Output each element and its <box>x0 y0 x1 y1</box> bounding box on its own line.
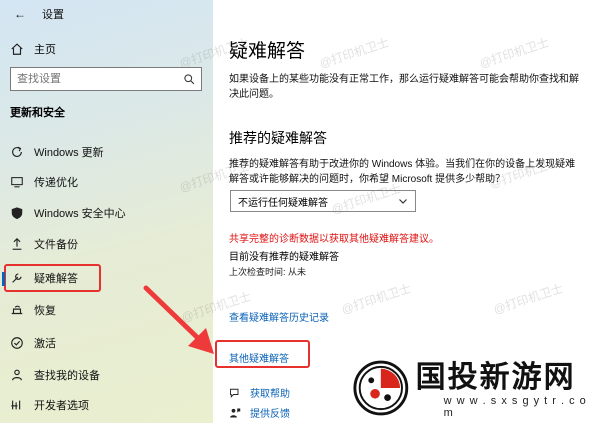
sidebar-item-label: Windows 安全中心 <box>34 208 126 220</box>
sidebar-item-label: Windows 更新 <box>34 147 104 159</box>
sidebar-item-find-my-device[interactable]: 查找我的设备 <box>10 360 205 390</box>
sidebar-item-label: 激活 <box>34 338 56 350</box>
sidebar-item-security[interactable]: Windows 安全中心 <box>10 198 205 228</box>
check-circle-icon <box>11 337 23 349</box>
section-title: 更新和安全 <box>10 107 65 119</box>
person-pin-icon <box>12 369 22 381</box>
sidebar-item-home[interactable]: 主页 <box>10 40 56 58</box>
home-icon <box>11 43 23 55</box>
back-arrow-icon[interactable]: ← <box>14 7 26 21</box>
logo-text: 国投新游网 w w w . s x s g y t r . c o m <box>416 361 600 419</box>
wrench-icon <box>12 273 22 283</box>
shield-icon <box>11 207 23 220</box>
sidebar-item-label: 疑难解答 <box>34 273 78 285</box>
no-recommendations-text: 目前没有推荐的疑难解答 <box>229 252 339 263</box>
recommended-title: 推荐的疑难解答 <box>229 130 327 146</box>
window-title: 设置 <box>42 9 64 21</box>
delivery-icon <box>11 177 23 188</box>
sidebar-item-label: 传递优化 <box>34 177 78 189</box>
recovery-icon <box>11 305 23 315</box>
site-logo: 国投新游网 w w w . s x s g y t r . c o m <box>352 355 600 423</box>
logo-url: w w w . s x s g y t r . c o m <box>443 395 587 419</box>
help-chat-icon <box>230 388 239 398</box>
sidebar-item-label: 开发者选项 <box>34 400 89 412</box>
ladybug-logo-icon <box>353 360 409 416</box>
search-box[interactable] <box>10 67 202 91</box>
refresh-icon <box>12 146 22 157</box>
feedback-person-icon <box>230 408 241 417</box>
chevron-down-icon <box>399 199 407 204</box>
search-input[interactable] <box>17 73 183 85</box>
history-link[interactable]: 查看疑难解答历史记录 <box>229 309 329 324</box>
last-check-text: 上次检查时间: 从未 <box>229 267 307 277</box>
annotation-arrow-icon <box>143 285 214 354</box>
logo-title: 国投新游网 <box>415 361 576 394</box>
dropdown-value: 不运行任何疑难解答 <box>238 197 328 209</box>
sidebar-item-backup[interactable]: 文件备份 <box>10 229 205 259</box>
sidebar-item-windows-update[interactable]: Windows 更新 <box>10 137 205 167</box>
sidebar-item-label: 恢复 <box>34 305 56 317</box>
sidebar-item-label: 文件备份 <box>34 239 78 251</box>
sidebar-item-label: 查找我的设备 <box>34 370 100 382</box>
feedback-link[interactable]: 提供反馈 <box>229 405 290 420</box>
diagnostic-data-warning[interactable]: 共享完整的诊断数据以获取其他疑难解答建议。 <box>229 230 439 245</box>
backup-icon <box>12 237 22 250</box>
get-help-label: 获取帮助 <box>250 389 290 400</box>
get-help-link[interactable]: 获取帮助 <box>229 385 290 400</box>
search-icon <box>184 74 195 85</box>
sidebar-item-troubleshoot[interactable]: 疑难解答 <box>2 264 101 292</box>
sidebar-item-delivery-optimization[interactable]: 传递优化 <box>10 167 205 197</box>
sidebar-item-label: 主页 <box>34 44 56 56</box>
sidebar-item-developer[interactable]: 开发者选项 <box>10 390 205 420</box>
feedback-label: 提供反馈 <box>250 409 290 420</box>
title-bar: ← 设置 <box>14 6 64 22</box>
other-troubleshooters-link[interactable]: 其他疑难解答 <box>229 350 289 365</box>
developer-icon <box>11 400 21 410</box>
page-description: 如果设备上的某些功能没有正常工作，那么运行疑难解答可能会帮助你查找和解决此问题。 <box>229 74 579 100</box>
